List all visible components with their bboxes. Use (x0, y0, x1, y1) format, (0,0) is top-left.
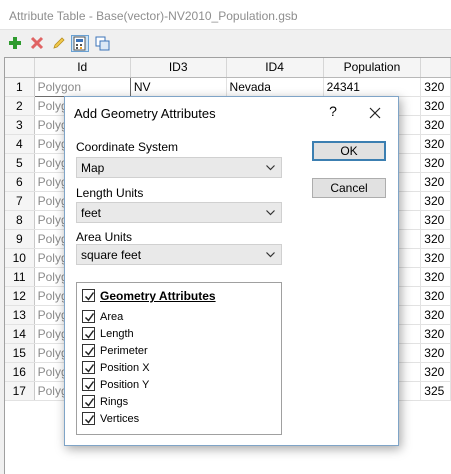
row-number[interactable]: 17 (5, 381, 35, 401)
area-checkbox-label[interactable]: Area (100, 311, 123, 323)
rings-checkbox-label[interactable]: Rings (100, 396, 128, 408)
column-header-population[interactable]: Population (323, 58, 422, 78)
window-titlebar: Attribute Table - Base(vector)-NV2010_Po… (0, 0, 451, 30)
cell-extra[interactable]: 320 (420, 229, 451, 249)
row-number[interactable]: 15 (5, 343, 35, 363)
row-number[interactable]: 6 (5, 172, 35, 192)
row-number[interactable]: 4 (5, 134, 35, 154)
row-number[interactable]: 12 (5, 286, 35, 306)
row-number[interactable]: 16 (5, 362, 35, 382)
row-number[interactable]: 2 (5, 96, 35, 116)
row-number[interactable]: 1 (5, 77, 35, 97)
help-button[interactable]: ? (326, 103, 340, 121)
cell-id3[interactable]: NV (130, 77, 227, 97)
delete-row-icon[interactable] (29, 35, 47, 52)
length-checkbox-label[interactable]: Length (100, 328, 134, 340)
calculator-icon[interactable] (71, 35, 89, 52)
row-number[interactable]: 5 (5, 153, 35, 173)
cell-extra[interactable]: 320 (420, 267, 451, 287)
vertices-checkbox[interactable] (82, 412, 95, 425)
vertices-checkbox-label[interactable]: Vertices (100, 413, 139, 425)
chevron-down-icon (266, 165, 275, 171)
add-geometry-attributes-dialog: Add Geometry Attributes ? Coordinate Sys… (64, 96, 399, 446)
coordinate-system-dropdown[interactable]: Map (76, 157, 282, 178)
row-number[interactable]: 11 (5, 267, 35, 287)
geometry-attributes-header[interactable]: Geometry Attributes (100, 289, 216, 303)
cell-population[interactable]: 24341 (323, 77, 422, 97)
ok-button[interactable]: OK (312, 141, 386, 161)
row-number[interactable]: 7 (5, 191, 35, 211)
cell-extra[interactable]: 320 (420, 115, 451, 135)
cancel-button[interactable]: Cancel (312, 178, 386, 198)
length-units-value: feet (81, 206, 102, 220)
window-title: Attribute Table - Base(vector)-NV2010_Po… (9, 9, 298, 23)
perimeter-checkbox[interactable] (82, 344, 95, 357)
table-row[interactable]: 1 Polygon NV Nevada 24341 320 (5, 76, 451, 97)
add-row-icon[interactable] (7, 35, 25, 52)
chevron-down-icon (266, 210, 275, 216)
row-number[interactable]: 10 (5, 248, 35, 268)
coordinate-system-value: Map (81, 161, 105, 175)
cell-extra[interactable]: 320 (420, 286, 451, 306)
cell-extra[interactable]: 320 (420, 134, 451, 154)
cell-extra[interactable]: 320 (420, 305, 451, 325)
cell-extra[interactable]: 320 (420, 191, 451, 211)
column-header-id4[interactable]: ID4 (226, 58, 324, 78)
row-header-corner[interactable] (5, 58, 35, 78)
cell-extra[interactable]: 320 (420, 77, 451, 97)
column-header-id3[interactable]: ID3 (130, 58, 227, 78)
cell-extra[interactable]: 320 (420, 324, 451, 344)
column-header-extra[interactable] (420, 58, 451, 78)
cell-id[interactable]: Polygon (33, 76, 131, 97)
length-checkbox[interactable] (82, 327, 95, 340)
dialog-title: Add Geometry Attributes (74, 106, 216, 121)
cell-extra[interactable]: 320 (420, 96, 451, 116)
row-number[interactable]: 9 (5, 229, 35, 249)
cell-extra[interactable]: 320 (420, 343, 451, 363)
row-number[interactable]: 8 (5, 210, 35, 230)
coordinate-system-label: Coordinate System (76, 140, 179, 154)
perimeter-checkbox-label[interactable]: Perimeter (100, 345, 148, 357)
area-units-label: Area Units (76, 230, 133, 244)
toolbar (0, 30, 451, 57)
geometry-attributes-list: Geometry Attributes Area Length Perimete… (76, 282, 282, 435)
position-x-checkbox[interactable] (82, 361, 95, 374)
close-icon[interactable] (365, 103, 385, 123)
chevron-down-icon (266, 252, 275, 258)
length-units-label: Length Units (76, 186, 144, 200)
cell-extra[interactable]: 320 (420, 172, 451, 192)
cell-extra[interactable]: 320 (420, 362, 451, 382)
geometry-attributes-select-all-checkbox[interactable] (82, 289, 95, 302)
area-checkbox[interactable] (82, 310, 95, 323)
row-number[interactable]: 14 (5, 324, 35, 344)
edit-pencil-icon[interactable] (51, 35, 69, 52)
cell-extra[interactable]: 325 (420, 381, 451, 401)
rings-checkbox[interactable] (82, 395, 95, 408)
area-units-dropdown[interactable]: square feet (76, 244, 282, 265)
cell-id4[interactable]: Nevada (226, 77, 324, 97)
row-number[interactable]: 13 (5, 305, 35, 325)
cell-extra[interactable]: 320 (420, 210, 451, 230)
position-y-checkbox[interactable] (82, 378, 95, 391)
cell-extra[interactable]: 320 (420, 248, 451, 268)
position-y-checkbox-label[interactable]: Position Y (100, 379, 149, 391)
position-x-checkbox-label[interactable]: Position X (100, 362, 150, 374)
copy-columns-icon[interactable] (94, 35, 112, 52)
length-units-dropdown[interactable]: feet (76, 202, 282, 223)
row-number[interactable]: 3 (5, 115, 35, 135)
column-header-id[interactable]: Id (34, 58, 131, 78)
cell-extra[interactable]: 320 (420, 153, 451, 173)
area-units-value: square feet (81, 248, 142, 262)
